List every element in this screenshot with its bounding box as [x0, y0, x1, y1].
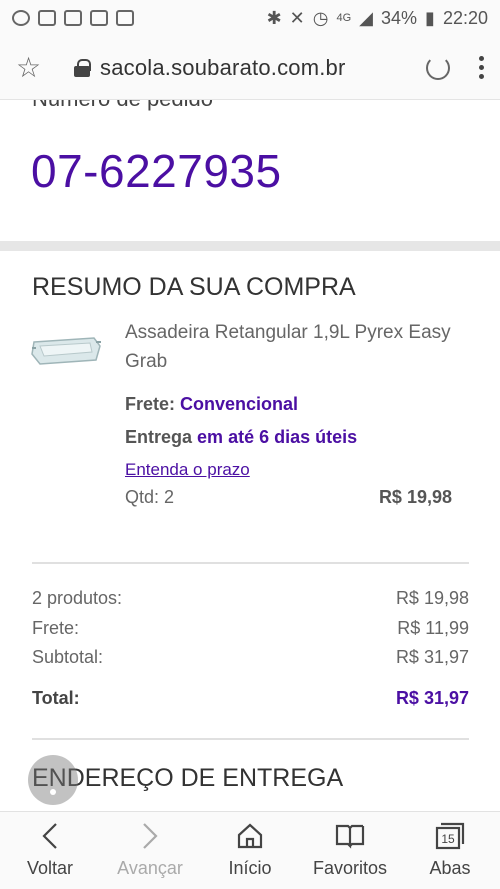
floating-touch-indicator[interactable] — [28, 755, 78, 805]
nav-tabs-label: Abas — [429, 858, 471, 878]
product-image[interactable] — [30, 330, 102, 370]
headset-icon — [12, 10, 30, 26]
freight-label: Frete: — [125, 394, 176, 414]
totals-label: Frete: — [32, 618, 80, 638]
freight-value: Convencional — [180, 394, 299, 414]
signal-icon: ◢ — [359, 7, 374, 28]
clock: 22:20 — [442, 7, 488, 28]
address-title: ENDEREÇO DE ENTREGA — [32, 764, 344, 792]
address-bar: ☆ sacola.soubarato.com.br — [0, 36, 500, 100]
nav-home-label: Início — [228, 858, 272, 878]
delivery-label: Entrega — [125, 427, 193, 447]
product-name[interactable]: Assadeira Retangular 1,9L Pyrex Easy Gra… — [125, 318, 465, 376]
bookmark-star-icon[interactable]: ☆ — [16, 51, 56, 84]
wifi-icon — [116, 10, 134, 26]
address-divider — [32, 738, 469, 740]
freight-info: Frete: Convencional — [125, 394, 298, 415]
battery-icon: ▮ — [425, 7, 435, 28]
totals-row-subtotal: Subtotal: R$ 31,97 — [32, 647, 469, 668]
overflow-menu-icon[interactable] — [478, 56, 484, 79]
page-content: Número de pedido 07-6227935 RESUMO DA SU… — [0, 100, 500, 811]
lock-icon[interactable] — [74, 58, 91, 77]
notification-icons — [12, 10, 134, 26]
nav-bookmarks[interactable]: Favoritos — [300, 812, 400, 889]
system-icons: ✱ ✕ ◷ 4G ◢ 34% ▮ 22:20 — [267, 8, 488, 29]
bluetooth-icon: ✱ — [266, 7, 282, 28]
delivery-info: Entrega em até 6 dias úteis — [125, 427, 357, 448]
mute-icon: ✕ — [289, 7, 305, 28]
totals-value: R$ 11,99 — [397, 618, 469, 638]
nav-home[interactable]: Início — [200, 812, 300, 889]
totals-value: R$ 31,97 — [395, 647, 469, 667]
grand-total-value: R$ 31,97 — [395, 688, 469, 708]
section-divider — [0, 241, 500, 251]
reload-icon[interactable] — [426, 55, 450, 80]
network-type: 4G — [336, 12, 352, 24]
totals-value: R$ 19,98 — [395, 588, 469, 608]
bottom-nav: Voltar Avançar Início Favoritos 15 Abas — [0, 811, 500, 889]
order-number-label: Número de pedido — [32, 100, 213, 112]
grand-total-label: Total: — [32, 688, 80, 708]
chevron-right-icon — [141, 822, 159, 850]
totals-row-products: 2 produtos: R$ 19,98 — [32, 588, 469, 609]
totals-divider — [32, 562, 469, 564]
totals-label: 2 produtos: — [32, 588, 123, 608]
nav-back[interactable]: Voltar — [0, 812, 100, 889]
order-number: 07-6227935 — [31, 145, 282, 197]
nav-forward-label: Avançar — [117, 858, 183, 878]
nav-back-label: Voltar — [26, 858, 74, 878]
alarm-icon: ◷ — [312, 7, 329, 28]
status-bar: ✱ ✕ ◷ 4G ◢ 34% ▮ 22:20 — [0, 0, 500, 36]
tab-count: 15 — [441, 832, 455, 846]
home-icon — [236, 822, 264, 850]
quantity: Qtd: 2 — [125, 487, 175, 507]
book-icon — [335, 822, 365, 850]
nav-tabs[interactable]: 15 Abas — [400, 812, 500, 889]
phone-icon — [64, 10, 82, 26]
delivery-value: em até 6 dias úteis — [197, 427, 358, 447]
item-price: R$ 19,98 — [378, 487, 452, 507]
totals-label: Subtotal: — [32, 647, 104, 667]
tabs-icon: 15 — [435, 822, 465, 850]
battery-percent: 34% — [381, 7, 418, 28]
app-icon — [90, 10, 108, 26]
url-field[interactable]: sacola.soubarato.com.br — [100, 55, 426, 81]
mail-icon — [38, 10, 56, 26]
chevron-left-icon — [41, 822, 59, 850]
understand-deadline-link[interactable]: Entenda o prazo — [125, 460, 250, 480]
nav-bookmarks-label: Favoritos — [312, 858, 388, 878]
summary-title: RESUMO DA SUA COMPRA — [32, 273, 356, 301]
totals-row-freight: Frete: R$ 11,99 — [32, 618, 469, 639]
grand-total-row: Total: R$ 31,97 — [32, 688, 469, 709]
nav-forward[interactable]: Avançar — [100, 812, 200, 889]
